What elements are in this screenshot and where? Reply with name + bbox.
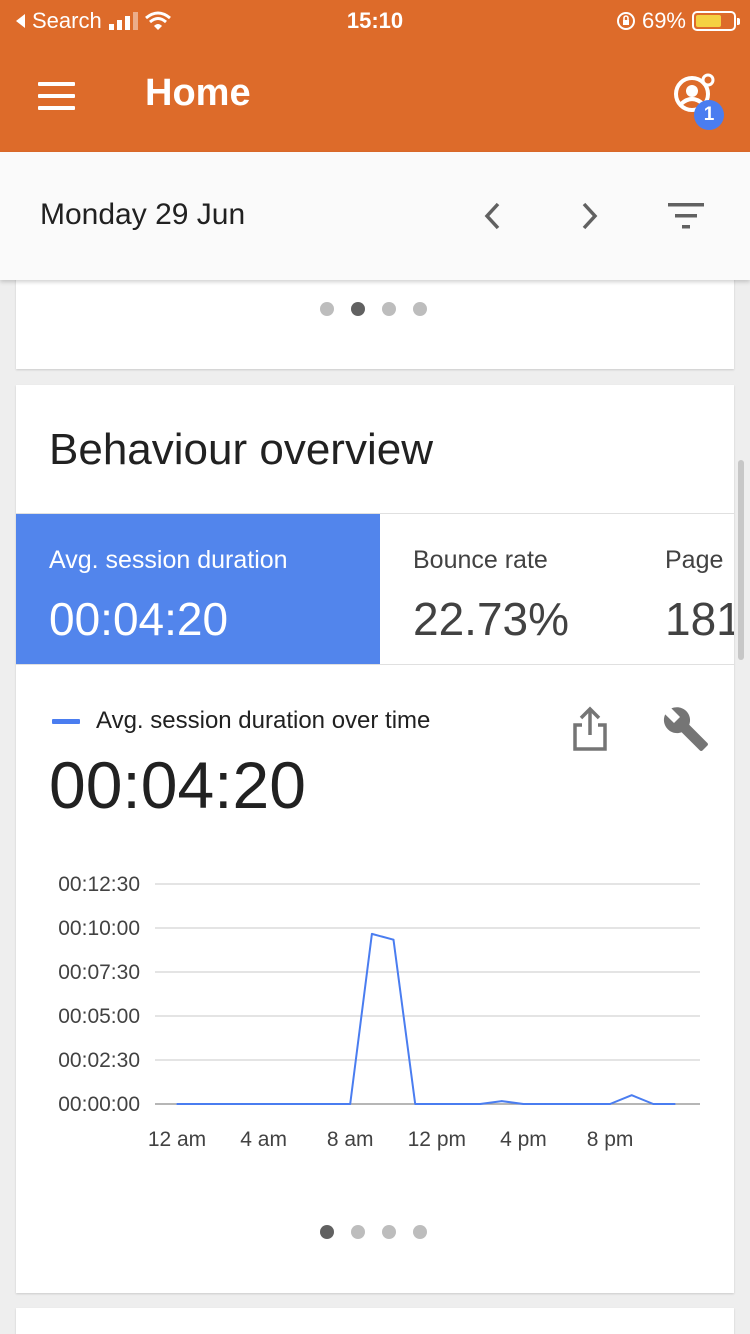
- next-day-button[interactable]: [574, 196, 604, 241]
- next-card: [16, 1308, 734, 1334]
- data-point: [284, 1103, 287, 1105]
- previous-day-button[interactable]: [478, 196, 508, 241]
- chart-legend: Avg. session duration over time: [52, 707, 430, 735]
- data-point: [674, 1103, 676, 1105]
- data-point: [479, 1103, 481, 1105]
- series-line: [177, 932, 675, 1105]
- top-card-pager: [320, 302, 427, 316]
- data-point: [436, 1103, 438, 1105]
- metric-big-value: 00:04:20: [49, 748, 306, 822]
- y-tick-label: 00:12:30: [58, 873, 140, 896]
- y-tick-label: 00:00:00: [58, 1093, 140, 1116]
- hamburger-icon-bar: [38, 106, 75, 110]
- share-icon: [573, 706, 607, 751]
- summary-card: [16, 270, 734, 369]
- app-bar: Home: [0, 42, 750, 152]
- hamburger-icon: [38, 82, 75, 86]
- selected-date[interactable]: Monday 29 Jun: [40, 198, 245, 232]
- y-tick-label: 00:07:30: [58, 961, 140, 984]
- behaviour-overview-card: Behaviour overview Avg. session duration…: [16, 385, 734, 1293]
- x-tick-label: 4 pm: [500, 1128, 547, 1151]
- data-point: [587, 1103, 590, 1105]
- data-point: [262, 1103, 265, 1105]
- customize-button[interactable]: [662, 705, 710, 758]
- hamburger-icon-bar: [38, 94, 75, 98]
- x-tick-label: 8 am: [327, 1128, 374, 1151]
- chevron-left-icon: [484, 202, 500, 230]
- data-point: [349, 1103, 352, 1105]
- status-right: 69%: [616, 8, 740, 34]
- data-point: [565, 1103, 568, 1105]
- data-point: [371, 933, 373, 935]
- pager-dot-2[interactable]: [351, 1225, 365, 1239]
- card-title: Behaviour overview: [49, 425, 433, 474]
- pager-dot-4[interactable]: [413, 302, 427, 316]
- data-point: [219, 1103, 222, 1105]
- x-tick-label: 8 pm: [587, 1128, 634, 1151]
- data-point: [241, 1103, 243, 1105]
- rotation-lock-icon: [616, 12, 635, 30]
- page-title: Home: [145, 72, 251, 114]
- data-point: [457, 1103, 460, 1105]
- pager-dot-2[interactable]: [351, 302, 365, 316]
- tab-value: 00:04:20: [49, 593, 229, 645]
- notification-badge: 1: [694, 100, 724, 130]
- data-point: [197, 1103, 200, 1105]
- pager-dot-3[interactable]: [382, 1225, 396, 1239]
- y-tick-label: 00:02:30: [58, 1049, 140, 1072]
- data-point: [630, 1094, 633, 1096]
- y-tick-label: 00:10:00: [58, 917, 140, 940]
- status-bar: Search 15:10 69%: [0, 0, 750, 42]
- data-point: [609, 1103, 611, 1105]
- data-point: [544, 1103, 546, 1105]
- data-point: [652, 1103, 655, 1105]
- pager-dot-4[interactable]: [413, 1225, 427, 1239]
- data-point: [500, 1100, 503, 1102]
- tab-value: 22.73%: [413, 593, 570, 645]
- x-tick-label: 12 pm: [408, 1128, 466, 1151]
- tab-label: Page: [665, 546, 724, 574]
- date-bar: Monday 29 Jun: [0, 152, 750, 280]
- pager-dot-1[interactable]: [320, 1225, 334, 1239]
- tab-value: 181: [665, 593, 734, 645]
- session-duration-chart: 00:00:00 00:02:30 00:05:00 00:07:30 00:10:00…: [58, 873, 700, 1151]
- tab-bounce-rate[interactable]: Bounce rate 22.73%: [380, 514, 632, 664]
- tab-pageviews[interactable]: Page 181: [632, 514, 734, 664]
- data-point: [306, 1103, 308, 1105]
- scrollbar[interactable]: [738, 460, 744, 660]
- filter-button[interactable]: [664, 198, 708, 239]
- battery-icon: [692, 11, 740, 31]
- tab-label: Avg. session duration: [49, 546, 288, 574]
- data-point: [522, 1103, 525, 1105]
- metric-tabs: Avg. session duration 00:04:20 Bounce ra…: [16, 513, 734, 665]
- pager-dot-1[interactable]: [320, 302, 334, 316]
- tab-avg-session-duration[interactable]: Avg. session duration 00:04:20: [16, 514, 380, 664]
- x-tick-label: 12 am: [148, 1128, 206, 1151]
- battery-percent: 69%: [641, 8, 686, 33]
- tab-label: Bounce rate: [413, 546, 548, 574]
- wrench-icon: [663, 707, 708, 751]
- share-button[interactable]: [570, 705, 610, 758]
- behaviour-card-pager: [320, 1225, 427, 1239]
- data-point: [327, 1103, 330, 1105]
- y-tick-label: 00:05:00: [58, 1005, 140, 1028]
- app-header: Search 15:10 69% Home 1: [0, 0, 750, 152]
- battery-level: [696, 15, 721, 27]
- legend-swatch: [52, 718, 80, 724]
- chevron-right-icon: [582, 202, 598, 230]
- x-tick-label: 4 am: [240, 1128, 287, 1151]
- data-point: [414, 1103, 416, 1105]
- pager-dot-3[interactable]: [382, 302, 396, 316]
- legend-label: Avg. session duration over time: [96, 707, 431, 734]
- menu-button[interactable]: [28, 74, 84, 118]
- data-point: [176, 1103, 178, 1105]
- data-point: [392, 938, 395, 941]
- filter-icon: [668, 203, 704, 229]
